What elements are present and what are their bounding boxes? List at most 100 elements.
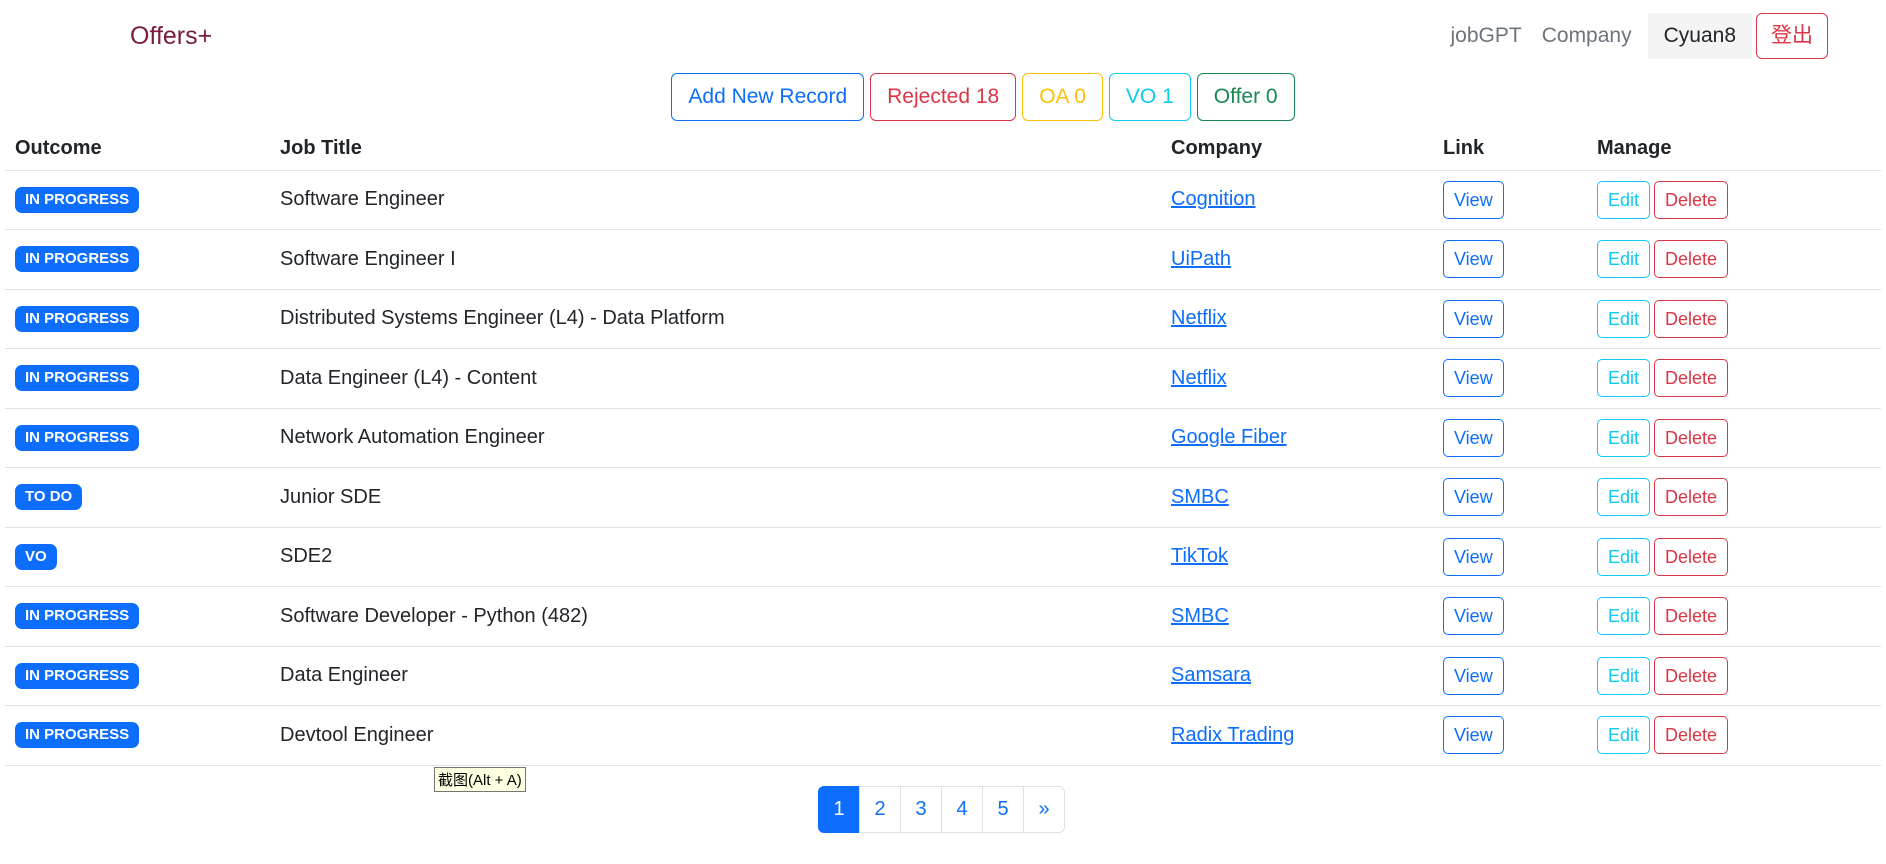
table-row: IN PROGRESS Devtool Engineer Radix Trading…: [5, 705, 1881, 766]
company-link[interactable]: Samsara: [1171, 664, 1251, 686]
delete-button[interactable]: Delete: [1654, 240, 1729, 279]
link-cell: View: [1433, 527, 1587, 587]
page-2[interactable]: 2: [859, 786, 901, 833]
filter-vo-button[interactable]: VO 1: [1108, 73, 1191, 121]
company-link[interactable]: Radix Trading: [1171, 724, 1294, 746]
page-5[interactable]: 5: [982, 786, 1024, 833]
table-header-row: Outcome Job Title Company Link Manage: [5, 128, 1881, 171]
nav-link-jobgpt[interactable]: jobGPT: [1441, 13, 1532, 59]
outcome-cell: IN PROGRESS: [5, 586, 270, 647]
outcome-cell: IN PROGRESS: [5, 705, 270, 766]
company-link[interactable]: UiPath: [1171, 248, 1231, 270]
company-link[interactable]: Cognition: [1171, 188, 1256, 210]
delete-button[interactable]: Delete: [1654, 359, 1729, 398]
delete-button[interactable]: Delete: [1654, 597, 1729, 636]
table-row: IN PROGRESS Software Engineer Cognition Vie…: [5, 170, 1881, 230]
company-cell: Samsara: [1161, 646, 1433, 706]
edit-button[interactable]: Edit: [1597, 240, 1651, 279]
delete-button[interactable]: Delete: [1654, 418, 1729, 457]
job-title-cell: Data Engineer (L4) - Content: [270, 348, 1161, 409]
brand-logo[interactable]: Offers+: [130, 22, 212, 51]
filter-rejected-button[interactable]: Rejected 18: [870, 73, 1017, 121]
job-title-cell: Software Engineer: [270, 170, 1161, 230]
company-link[interactable]: SMBC: [1171, 605, 1229, 627]
job-title-cell: Devtool Engineer: [270, 705, 1161, 766]
add-new-record-button[interactable]: Add New Record: [671, 73, 865, 121]
edit-button[interactable]: Edit: [1597, 359, 1651, 398]
view-button[interactable]: View: [1443, 299, 1504, 338]
logout-button[interactable]: 登出: [1756, 13, 1828, 59]
table-row: IN PROGRESS Data Engineer Samsara View Edit D…: [5, 646, 1881, 706]
delete-button[interactable]: Delete: [1654, 537, 1729, 576]
edit-button[interactable]: Edit: [1597, 656, 1651, 695]
manage-cell: Edit Delete: [1587, 467, 1881, 528]
edit-button[interactable]: Edit: [1597, 180, 1651, 219]
company-cell: SMBC: [1161, 586, 1433, 647]
company-cell: UiPath: [1161, 229, 1433, 290]
view-button[interactable]: View: [1443, 478, 1504, 517]
user-name[interactable]: Cyuan8: [1647, 13, 1752, 59]
company-cell: Netflix: [1161, 348, 1433, 409]
view-button[interactable]: View: [1443, 418, 1504, 457]
view-button[interactable]: View: [1443, 537, 1504, 576]
table-body: IN PROGRESS Software Engineer Cognition Vie…: [5, 170, 1881, 766]
table-row: IN PROGRESS Network Automation Engineer Go…: [5, 408, 1881, 468]
manage-cell: Edit Delete: [1587, 170, 1881, 230]
company-link[interactable]: Netflix: [1171, 307, 1227, 329]
view-button[interactable]: View: [1443, 597, 1504, 636]
status-badge: IN PROGRESS: [15, 722, 140, 749]
delete-button[interactable]: Delete: [1654, 716, 1729, 755]
nav-link-company[interactable]: Company: [1532, 13, 1642, 59]
edit-button[interactable]: Edit: [1597, 299, 1651, 338]
manage-cell: Edit Delete: [1587, 229, 1881, 290]
delete-button[interactable]: Delete: [1654, 656, 1729, 695]
page-next[interactable]: »: [1023, 786, 1065, 833]
link-cell: View: [1433, 289, 1587, 349]
filter-oa-button[interactable]: OA 0: [1022, 73, 1103, 121]
manage-cell: Edit Delete: [1587, 646, 1881, 706]
view-button[interactable]: View: [1443, 359, 1504, 398]
job-title-cell: Software Developer - Python (482): [270, 586, 1161, 647]
view-button[interactable]: View: [1443, 716, 1504, 755]
job-title-cell: SDE2: [270, 527, 1161, 587]
edit-button[interactable]: Edit: [1597, 597, 1651, 636]
status-badge: IN PROGRESS: [15, 424, 140, 451]
table-row: TO DO Junior SDE SMBC View Edit Delete: [5, 467, 1881, 528]
view-button[interactable]: View: [1443, 180, 1504, 219]
company-cell: TikTok: [1161, 527, 1433, 587]
view-button[interactable]: View: [1443, 656, 1504, 695]
link-cell: View: [1433, 646, 1587, 706]
outcome-cell: IN PROGRESS: [5, 289, 270, 349]
header-manage: Manage: [1587, 128, 1881, 171]
edit-button[interactable]: Edit: [1597, 478, 1651, 517]
header-job-title: Job Title: [270, 128, 1161, 171]
table-row: IN PROGRESS Data Engineer (L4) - Content N…: [5, 348, 1881, 409]
filter-bar: Add New Record Rejected 18 OA 0 VO 1 Off…: [0, 73, 1886, 121]
view-button[interactable]: View: [1443, 240, 1504, 279]
delete-button[interactable]: Delete: [1654, 299, 1729, 338]
delete-button[interactable]: Delete: [1654, 478, 1729, 517]
delete-button[interactable]: Delete: [1654, 180, 1729, 219]
manage-cell: Edit Delete: [1587, 348, 1881, 409]
edit-button[interactable]: Edit: [1597, 716, 1651, 755]
company-link[interactable]: TikTok: [1171, 545, 1228, 567]
company-cell: Netflix: [1161, 289, 1433, 349]
company-link[interactable]: SMBC: [1171, 486, 1229, 508]
link-cell: View: [1433, 467, 1587, 528]
page-4[interactable]: 4: [941, 786, 983, 833]
edit-button[interactable]: Edit: [1597, 537, 1651, 576]
table-row: VO SDE2 TikTok View Edit Delete: [5, 527, 1881, 587]
outcome-cell: IN PROGRESS: [5, 408, 270, 468]
job-title-cell: Junior SDE: [270, 467, 1161, 528]
company-link[interactable]: Netflix: [1171, 367, 1227, 389]
edit-button[interactable]: Edit: [1597, 418, 1651, 457]
company-link[interactable]: Google Fiber: [1171, 426, 1287, 448]
outcome-cell: IN PROGRESS: [5, 348, 270, 409]
manage-cell: Edit Delete: [1587, 705, 1881, 766]
link-cell: View: [1433, 705, 1587, 766]
page-3[interactable]: 3: [900, 786, 942, 833]
page-1[interactable]: 1: [818, 786, 860, 833]
link-cell: View: [1433, 408, 1587, 468]
filter-offer-button[interactable]: Offer 0: [1196, 73, 1295, 121]
manage-cell: Edit Delete: [1587, 408, 1881, 468]
